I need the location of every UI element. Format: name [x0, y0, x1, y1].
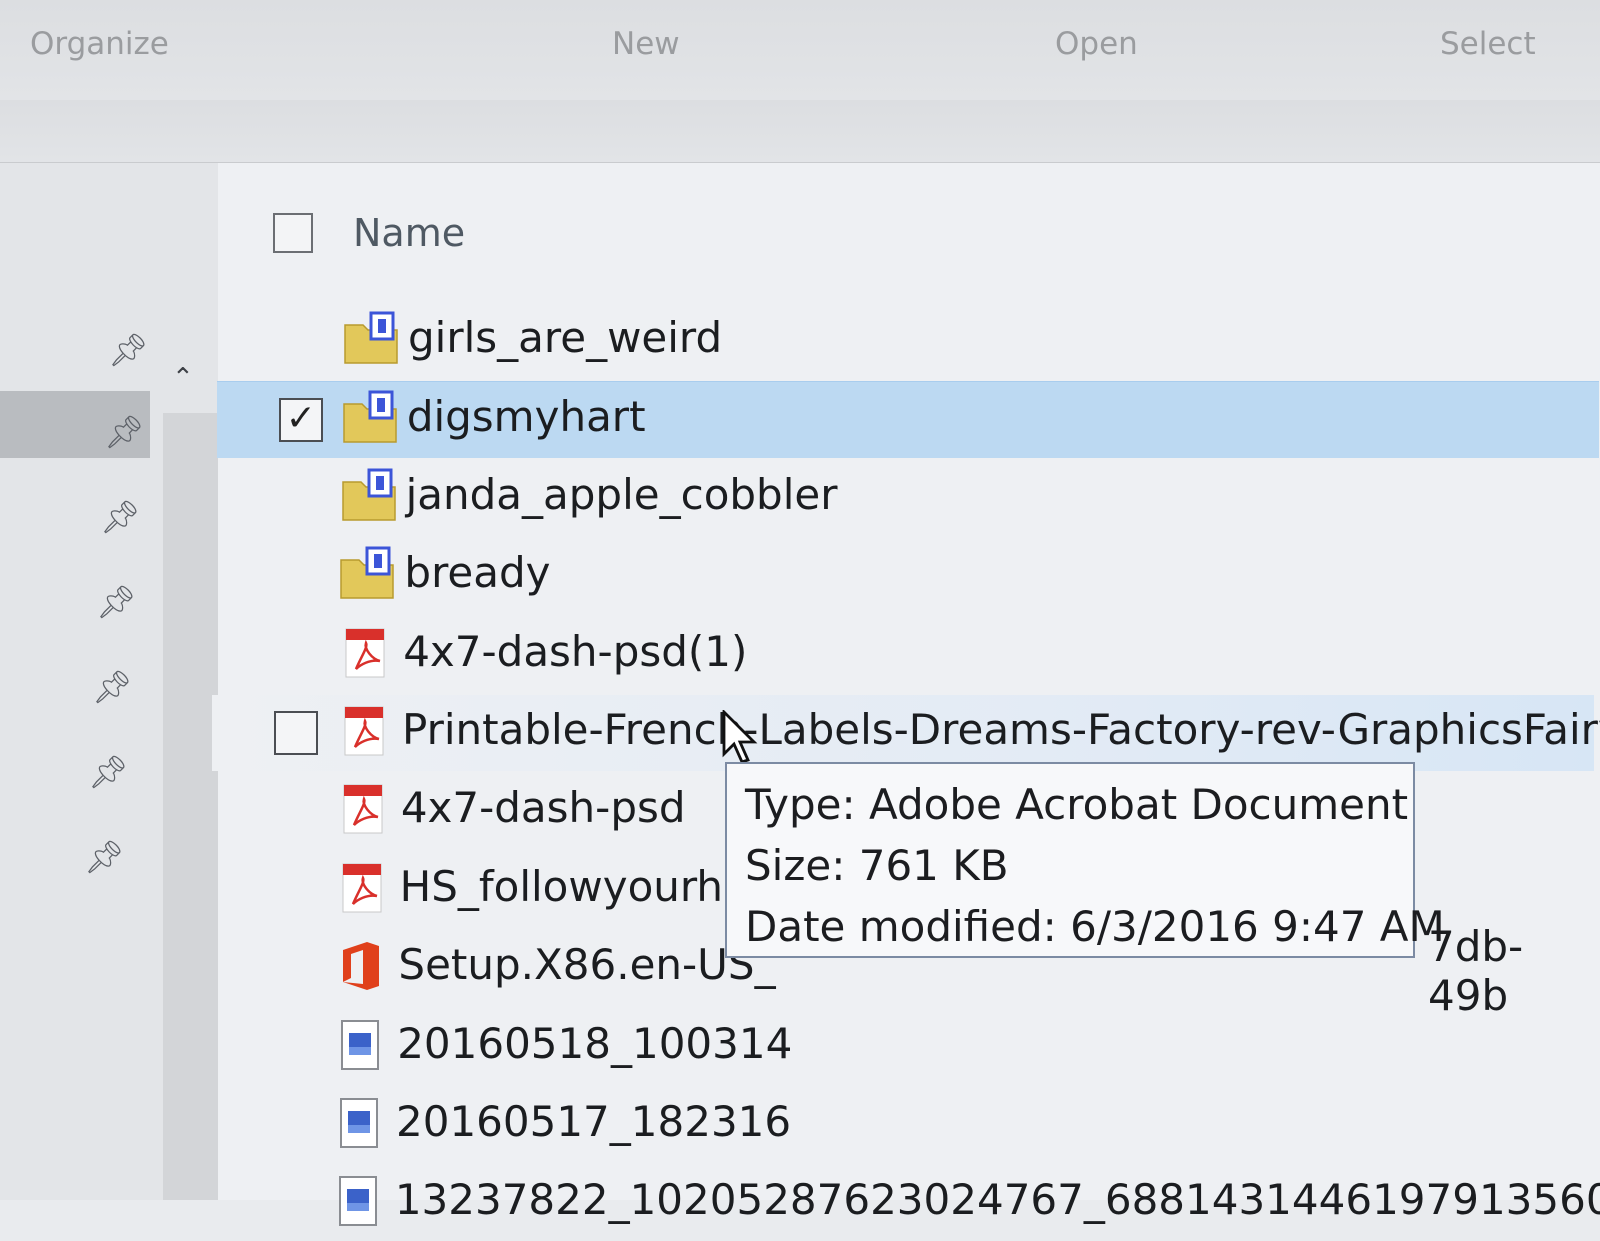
tooltip-type: Type: Adobe Acrobat Document	[745, 780, 1409, 829]
zip-folder-icon	[342, 390, 398, 446]
file-row[interactable]: girls_are_weird	[218, 303, 1600, 379]
file-info-tooltip: Type: Adobe Acrobat Document Size: 761 K…	[725, 762, 1445, 958]
pin-icon: 📌︎	[100, 498, 141, 536]
pdf-icon	[337, 703, 393, 759]
row-checkbox[interactable]: ✓	[278, 398, 323, 443]
file-row[interactable]: 4x7-dash-psd(1)	[213, 617, 1595, 693]
file-row[interactable]: 20160517_182316	[206, 1087, 1588, 1163]
image-file-icon	[330, 1173, 386, 1229]
file-name-overflow: 7db-49b	[1428, 922, 1524, 1020]
column-header-name[interactable]: Name	[353, 211, 465, 255]
file-name: janda_apple_cobbler	[405, 469, 838, 519]
file-row[interactable]: janda_apple_cobbler	[216, 460, 1598, 536]
file-row[interactable]: bready	[214, 538, 1596, 614]
pdf-icon	[335, 860, 391, 916]
ribbon-group-open[interactable]: Open	[1055, 26, 1138, 62]
ribbon: Organize New Open Select	[0, 0, 1600, 101]
tooltip-size: Size: 761 KB	[745, 841, 1009, 890]
pin-icon: 📌︎	[108, 331, 149, 369]
zip-folder-icon	[343, 311, 399, 367]
file-name: 4x7-dash-psd(1)	[403, 626, 748, 676]
file-name: girls_are_weird	[408, 313, 723, 362]
image-file-icon	[331, 1095, 387, 1151]
file-name: 4x7-dash-psd	[400, 783, 686, 833]
column-header: Name	[218, 208, 1600, 268]
pin-icon: 📌︎	[104, 413, 145, 451]
scroll-up-icon[interactable]: ⌃	[172, 363, 194, 393]
zip-folder-icon	[341, 468, 397, 524]
file-row[interactable]: Printable-French-Labels-Dreams-Factory-r…	[212, 695, 1600, 771]
ribbon-group-new[interactable]: New	[612, 26, 680, 62]
file-name: Setup.X86.en-US_	[398, 940, 776, 990]
ribbon-group-organize[interactable]: Organize	[30, 26, 169, 62]
pin-icon: 📌︎	[88, 753, 129, 791]
file-row[interactable]: 20160518_100314	[207, 1009, 1589, 1085]
file-name: digsmyhart	[406, 392, 646, 442]
pdf-icon	[338, 625, 394, 681]
office-icon	[333, 938, 389, 994]
pin-icon: 📌︎	[84, 838, 125, 876]
ribbon-group-select[interactable]: Select	[1440, 26, 1536, 62]
image-file-icon	[332, 1017, 388, 1073]
pdf-icon	[336, 781, 392, 837]
file-name: HS_followyourhe	[399, 861, 749, 911]
row-checkbox[interactable]	[274, 711, 318, 755]
file-name: Printable-French-Labels-Dreams-Factory-r…	[402, 705, 1600, 754]
pin-icon: 📌︎	[92, 668, 133, 706]
tooltip-date: Date modified: 6/3/2016 9:47 AM	[745, 902, 1445, 951]
address-bar-area	[0, 100, 1600, 163]
file-row[interactable]: 13237822_10205287623024767_6881431446197…	[205, 1165, 1600, 1241]
file-name: 20160517_182316	[396, 1097, 792, 1146]
navigation-pane: ⌃ 📌︎ 📌︎ 📌︎ 📌︎ 📌︎ 📌︎ 📌︎	[0, 163, 218, 1200]
file-row[interactable]: ✓ digsmyhart	[216, 381, 1599, 459]
pin-icon: 📌︎	[96, 583, 137, 621]
zip-folder-icon	[339, 546, 395, 602]
file-list: Name girls_are_weird ✓ digsmyhart janda_app…	[212, 163, 1600, 1227]
mouse-cursor-icon	[722, 710, 758, 764]
file-name: bready	[404, 548, 551, 598]
select-all-checkbox[interactable]	[273, 213, 313, 253]
file-name: 20160518_100314	[397, 1018, 793, 1068]
